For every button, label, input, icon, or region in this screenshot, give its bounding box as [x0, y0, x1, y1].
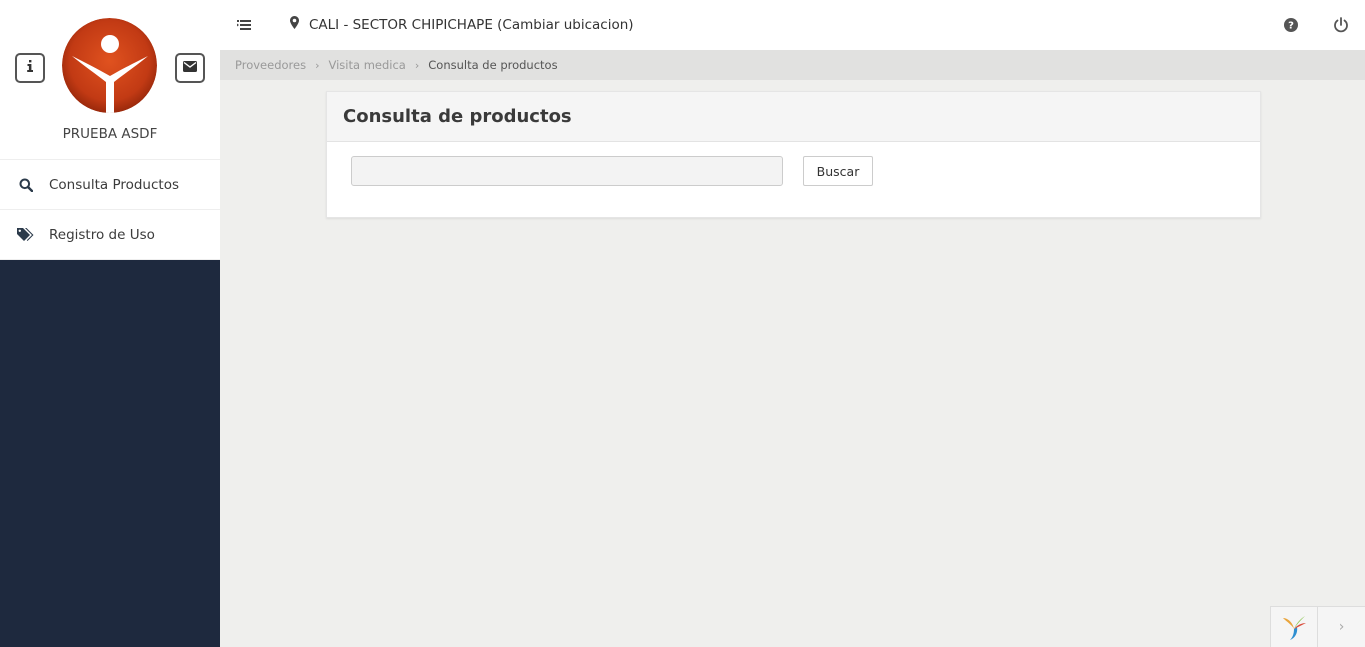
sidebar-profile: PRUEBA ASDF	[0, 0, 220, 160]
chevron-right-icon: ›	[414, 58, 420, 72]
search-icon	[17, 176, 34, 193]
company-logo	[62, 18, 157, 113]
page-title: Consulta de productos	[343, 106, 572, 127]
search-panel: Consulta de productos Buscar	[326, 91, 1261, 218]
sidebar-item-registro-de-uso[interactable]: Registro de Uso	[0, 210, 220, 260]
user-name: PRUEBA ASDF	[62, 126, 158, 142]
sidebar-item-label: Consulta Productos	[49, 176, 179, 193]
panel-header: Consulta de productos	[327, 92, 1260, 142]
breadcrumb: Proveedores › Visita medica › Consulta d…	[220, 50, 1365, 80]
map-marker-icon	[290, 16, 299, 33]
chevron-right-icon: ›	[315, 58, 320, 72]
breadcrumb-item-visita-medica[interactable]: Visita medica	[328, 58, 405, 72]
sidebar-nav: Consulta Productos Registro de Uso	[0, 160, 220, 260]
search-input[interactable]	[351, 156, 783, 186]
debug-toolbar: ›	[1270, 606, 1365, 647]
location-label: CALI - SECTOR CHIPICHAPE (Cambiar ubicac…	[309, 16, 634, 33]
power-icon[interactable]	[1332, 16, 1350, 34]
yii-logo-icon[interactable]	[1271, 607, 1318, 647]
search-button[interactable]: Buscar	[803, 156, 873, 186]
breadcrumb-item-current: Consulta de productos	[428, 58, 558, 72]
menu-toggle-icon[interactable]	[237, 17, 253, 33]
sidebar-item-label: Registro de Uso	[49, 226, 155, 243]
location-selector[interactable]: CALI - SECTOR CHIPICHAPE (Cambiar ubicac…	[290, 16, 634, 33]
tags-icon	[17, 226, 34, 243]
info-icon	[25, 60, 35, 76]
chevron-right-icon[interactable]: ›	[1318, 607, 1365, 647]
topbar: CALI - SECTOR CHIPICHAPE (Cambiar ubicac…	[220, 0, 1365, 50]
envelope-icon	[183, 60, 197, 76]
mail-button[interactable]	[175, 53, 205, 83]
sidebar-item-consulta-productos[interactable]: Consulta Productos	[0, 160, 220, 210]
sidebar: PRUEBA ASDF Consulta Productos Registro …	[0, 0, 220, 647]
svg-text:?: ?	[1288, 21, 1294, 32]
info-button[interactable]	[15, 53, 45, 83]
help-icon[interactable]: ?	[1282, 16, 1300, 34]
breadcrumb-item-proveedores[interactable]: Proveedores	[235, 58, 306, 72]
